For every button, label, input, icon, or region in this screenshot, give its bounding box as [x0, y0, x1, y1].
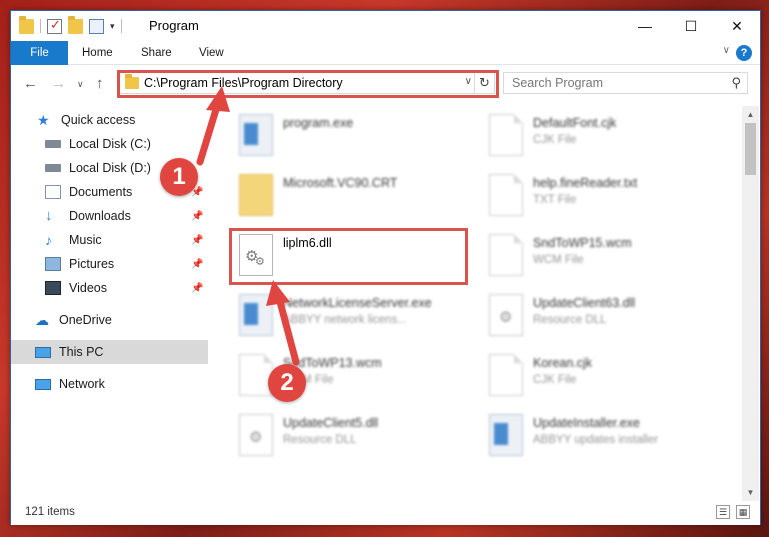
- arrow-1: [196, 86, 230, 166]
- step-1-badge: 1: [160, 158, 198, 196]
- arrow-2: [266, 280, 300, 366]
- step-2-badge: 2: [268, 364, 306, 402]
- annotation-arrows: [196, 86, 300, 366]
